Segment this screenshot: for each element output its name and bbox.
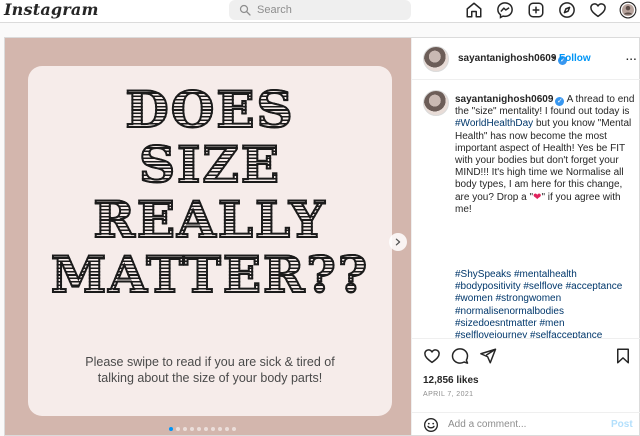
profile-avatar[interactable]: [619, 1, 637, 19]
post-image-card: DOES SIZE REALLY MATTER?? Please swipe t…: [28, 66, 392, 416]
explore-icon[interactable]: [558, 1, 576, 19]
comments-area[interactable]: sayantanighosh0609 ✓ A thread to end the …: [412, 80, 640, 338]
post-card: DOES SIZE REALLY MATTER?? Please swipe t…: [4, 37, 640, 436]
author-username-text: sayantanighosh0609: [458, 53, 557, 64]
heart-icon[interactable]: [589, 1, 607, 19]
caption-username[interactable]: sayantanighosh0609: [455, 94, 553, 105]
carousel-dot: [225, 427, 229, 431]
hashtag-link[interactable]: #strongwomen: [496, 293, 562, 304]
headline-line: DOES: [28, 81, 392, 138]
carousel-dot: [211, 427, 215, 431]
messenger-icon[interactable]: [496, 1, 514, 19]
hashtag-link[interactable]: #bodypositivity: [455, 281, 521, 292]
share-icon[interactable]: [479, 347, 497, 365]
hashtag-link[interactable]: #sizedoesntmatter: [455, 318, 537, 329]
carousel-dots: [169, 427, 236, 431]
headline-line: REALLY: [28, 191, 392, 248]
hashtag-link[interactable]: #WorldHealthDay: [455, 118, 533, 129]
carousel-next-button[interactable]: [389, 233, 407, 251]
caption-author-avatar[interactable]: [423, 90, 449, 116]
carousel-dot: [232, 427, 236, 431]
hashtag-link[interactable]: #selflovejourney: [455, 330, 527, 338]
search-input[interactable]: [257, 2, 405, 18]
carousel-dot: [218, 427, 222, 431]
hashtag-list: #ShySpeaks #mentalhealth #bodypositivity…: [455, 269, 635, 338]
post-caption: sayantanighosh0609 ✓ A thread to end the …: [455, 94, 635, 216]
hashtag-link[interactable]: #men: [540, 318, 565, 329]
search-icon: [239, 4, 251, 16]
carousel-dot: [183, 427, 187, 431]
more-options-icon[interactable]: ...: [626, 52, 637, 63]
carousel-dot: [204, 427, 208, 431]
instagram-logo[interactable]: Instagram: [4, 0, 99, 19]
post-actions: [412, 338, 640, 368]
follow-button[interactable]: Follow: [559, 53, 591, 64]
hashtag-link[interactable]: #mentalhealth: [514, 269, 577, 280]
chevron-right-icon: [395, 238, 401, 246]
post-comment-button[interactable]: Post: [611, 419, 633, 430]
hashtag-link[interactable]: #normalisenormalbodies: [455, 306, 564, 317]
post-sidebar: sayantanighosh0609 ✓ • Follow ... sayanta…: [411, 38, 640, 435]
search-box[interactable]: [229, 0, 411, 20]
post-date[interactable]: APRIL 7, 2021: [423, 391, 473, 398]
likes-count[interactable]: 12,856 likes: [423, 375, 479, 386]
author-username[interactable]: sayantanighosh0609 ✓: [458, 53, 568, 65]
header-separator: •: [552, 53, 556, 64]
image-subtext: Please swipe to read if you are sick & t…: [28, 354, 392, 386]
post-media[interactable]: DOES SIZE REALLY MATTER?? Please swipe t…: [5, 38, 411, 435]
caption-text: but you know "Mental Health" has now bec…: [455, 118, 632, 203]
hashtag-link[interactable]: #women: [455, 293, 493, 304]
home-icon[interactable]: [465, 1, 483, 19]
comment-icon[interactable]: [451, 347, 469, 365]
carousel-dot: [169, 427, 173, 431]
headline-line: MATTER??: [28, 246, 392, 303]
carousel-dot: [197, 427, 201, 431]
new-post-icon[interactable]: [527, 1, 545, 19]
hashtag-link[interactable]: #selfacceptance: [530, 330, 602, 338]
emoji-icon[interactable]: [423, 417, 439, 433]
image-headline: DOES SIZE REALLY MATTER??: [28, 81, 392, 303]
like-heart-icon[interactable]: [423, 347, 441, 365]
carousel-dot: [190, 427, 194, 431]
author-avatar[interactable]: [423, 46, 449, 72]
hashtag-link[interactable]: #selflove: [523, 281, 562, 292]
hashtag-link[interactable]: #ShySpeaks: [455, 269, 511, 280]
comment-input[interactable]: [448, 416, 598, 432]
headline-line: SIZE: [28, 136, 392, 193]
post-header: sayantanighosh0609 ✓ • Follow ...: [412, 38, 640, 80]
add-comment-bar: Post: [412, 412, 640, 435]
save-bookmark-icon[interactable]: [614, 347, 632, 365]
carousel-dot: [176, 427, 180, 431]
subtext-line: talking about the size of your body part…: [97, 371, 323, 385]
hashtag-link[interactable]: #acceptance: [566, 281, 623, 292]
top-nav-bar: Instagram: [0, 0, 640, 23]
subtext-line: Please swipe to read if you are sick & t…: [85, 355, 335, 369]
